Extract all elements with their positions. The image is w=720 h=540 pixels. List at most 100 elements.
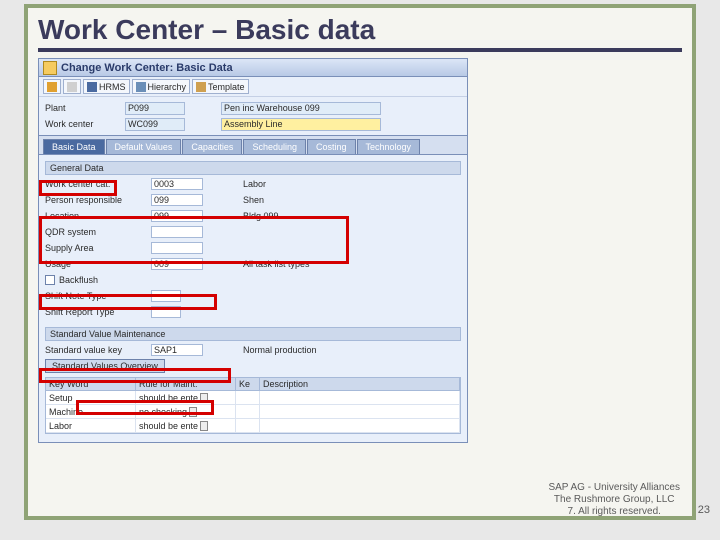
shift-report-input[interactable] [151,306,181,318]
dropdown-icon[interactable] [189,407,197,417]
td-rule[interactable]: should be ente [136,419,236,432]
hierarchy-button[interactable]: Hierarchy [132,79,191,94]
row-supply: Supply Area [45,240,461,255]
svm-section: Standard Value Maintenance [45,327,461,341]
workcenter-label: Work center [45,119,125,129]
values-table: Key Word Rule for Maint. Ke Description … [45,377,461,434]
supply-input[interactable] [151,242,203,254]
doc-icon [67,82,77,92]
qdr-label: QDR system [45,227,151,237]
person-input[interactable]: 099 [151,194,203,206]
tab-default-values[interactable]: Default Values [106,139,182,154]
tab-content: General Data Work center cat. 0003 Labor… [39,155,467,442]
backflush-label: Backflush [59,275,98,285]
td-desc[interactable] [260,419,460,432]
th-rule: Rule for Maint. [136,378,236,390]
td-desc[interactable] [260,391,460,404]
table-header: Key Word Rule for Maint. Ke Description [46,378,460,391]
tab-scheduling[interactable]: Scheduling [243,139,306,154]
td-keyword: Setup [46,391,136,404]
row-shift-note: Shift Note Type [45,288,461,303]
row-shift-report: Shift Report Type [45,304,461,319]
plant-label: Plant [45,103,125,113]
usage-input[interactable]: 009 [151,258,203,270]
dropdown-icon[interactable] [200,393,208,403]
window-title: Change Work Center: Basic Data [61,62,233,74]
wc-cat-desc: Labor [243,179,363,189]
tab-basic-data[interactable]: Basic Data [43,139,105,154]
workcenter-desc[interactable]: Assembly Line [221,118,381,131]
td-rule[interactable]: no checking [136,405,236,418]
general-data-section: General Data [45,161,461,175]
footer: SAP AG - University Alliances The Rushmo… [548,482,680,518]
page-number: 23 [698,504,710,516]
usage-label: Usage [45,259,151,269]
person-desc: Shen [243,195,363,205]
td-keyword: Machine [46,405,136,418]
row-person: Person responsible 099 Shen [45,192,461,207]
back-button[interactable] [43,79,61,94]
tab-technology[interactable]: Technology [357,139,421,154]
shift-note-input[interactable] [151,290,181,302]
hierarchy-label: Hierarchy [148,82,187,92]
th-ke: Ke [236,378,260,390]
td-ke[interactable] [236,419,260,432]
wc-cat-input[interactable]: 0003 [151,178,203,190]
table-row: Machine no checking [46,405,460,419]
table-row: Labor should be ente [46,419,460,433]
supply-label: Supply Area [45,243,151,253]
doc-button[interactable] [63,79,81,94]
row-usage: Usage 009 All task list types [45,256,461,271]
workcenter-value: WC099 [125,118,185,131]
tab-costing[interactable]: Costing [307,139,356,154]
row-svk: Standard value key SAP1 Normal productio… [45,342,461,357]
footer-line1: SAP AG - University Alliances [548,482,680,494]
svk-label: Standard value key [45,345,151,355]
template-label: Template [208,82,245,92]
location-input[interactable]: 099 [151,210,203,222]
window-icon [43,61,57,75]
tabstrip: Basic Data Default Values Capacities Sch… [39,135,467,155]
plant-value: P099 [125,102,185,115]
td-ke[interactable] [236,405,260,418]
tab-capacities[interactable]: Capacities [182,139,242,154]
sap-window: Change Work Center: Basic Data HRMS Hier… [38,58,468,443]
location-desc: Bldg 099 [243,211,363,221]
hierarchy-icon [136,82,146,92]
th-keyword: Key Word [46,378,136,390]
row-location: Location 099 Bldg 099 [45,208,461,223]
qdr-input[interactable] [151,226,203,238]
row-wc-cat: Work center cat. 0003 Labor [45,176,461,191]
row-qdr: QDR system [45,224,461,239]
hrms-label: HRMS [99,82,126,92]
slide-title: Work Center – Basic data [38,14,682,52]
back-icon [47,82,57,92]
backflush-checkbox[interactable] [45,275,55,285]
table-row: Setup should be ente [46,391,460,405]
template-button[interactable]: Template [192,79,249,94]
sap-toolbar: HRMS Hierarchy Template [39,77,467,97]
shift-note-label: Shift Note Type [45,291,151,301]
row-backflush: Backflush [45,272,461,287]
standard-values-overview-button[interactable]: Standard Values Overview [45,359,165,373]
svk-desc: Normal production [243,345,363,355]
hrms-button[interactable]: HRMS [83,79,130,94]
td-keyword: Labor [46,419,136,432]
usage-desc: All task list types [243,259,363,269]
plant-desc: Pen inc Warehouse 099 [221,102,381,115]
wc-cat-label: Work center cat. [45,179,151,189]
footer-line3: 7. All rights reserved. [548,506,680,518]
hrms-icon [87,82,97,92]
sap-titlebar: Change Work Center: Basic Data [39,59,467,77]
svk-input[interactable]: SAP1 [151,344,203,356]
td-rule[interactable]: should be ente [136,391,236,404]
person-label: Person responsible [45,195,151,205]
shift-report-label: Shift Report Type [45,307,151,317]
td-ke[interactable] [236,391,260,404]
td-desc[interactable] [260,405,460,418]
header-fields: Plant P099 Pen inc Warehouse 099 Work ce… [39,97,467,135]
dropdown-icon[interactable] [200,421,208,431]
template-icon [196,82,206,92]
th-description: Description [260,378,460,390]
footer-line2: The Rushmore Group, LLC [548,494,680,506]
